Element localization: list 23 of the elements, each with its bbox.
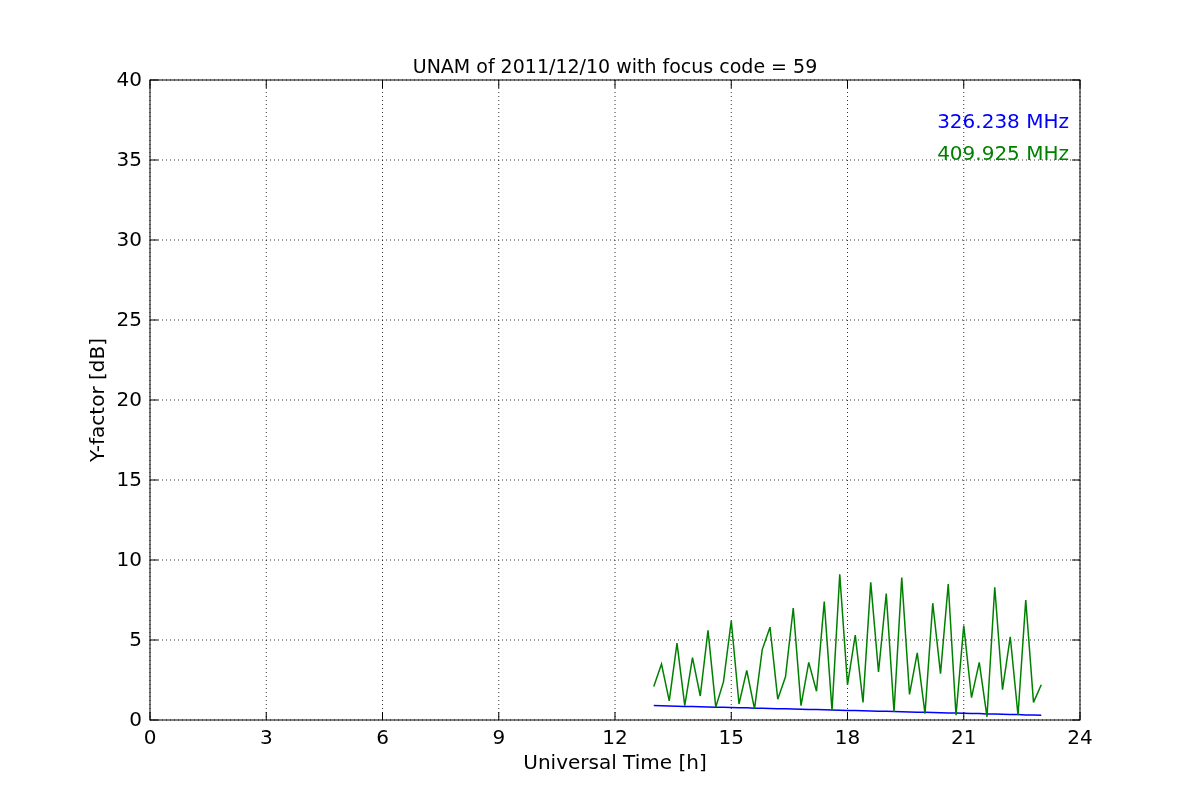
tick-label: 40 xyxy=(116,67,142,91)
tick-label: 24 xyxy=(1067,725,1093,749)
tick-label: 25 xyxy=(116,307,142,331)
tick-label: 15 xyxy=(718,725,744,749)
tick-label: 35 xyxy=(116,147,142,171)
tick-label: 10 xyxy=(116,547,142,571)
y-axis-label: Y-factor [dB] xyxy=(85,338,109,462)
tick-label: 15 xyxy=(116,467,142,491)
tick-label: 30 xyxy=(116,227,142,251)
tick-label: 6 xyxy=(376,725,389,749)
tick-label: 21 xyxy=(951,725,977,749)
tick-label: 0 xyxy=(143,725,157,749)
tick-label: 9 xyxy=(492,725,506,749)
tick-label: 3 xyxy=(259,725,273,749)
x-axis-label: Universal Time [h] xyxy=(523,750,707,774)
tick-label: 12 xyxy=(602,725,628,749)
legend-label: 326.238 MHz xyxy=(937,109,1069,133)
chart-title: UNAM of 2011/12/10 with focus code = 59 xyxy=(412,55,818,77)
legend-label: 409.925 MHz xyxy=(937,141,1069,165)
tick-label: 0 xyxy=(129,707,142,731)
tick-label: 5 xyxy=(129,627,142,651)
tick-label: 20 xyxy=(116,387,142,411)
tick-label: 18 xyxy=(834,725,861,749)
